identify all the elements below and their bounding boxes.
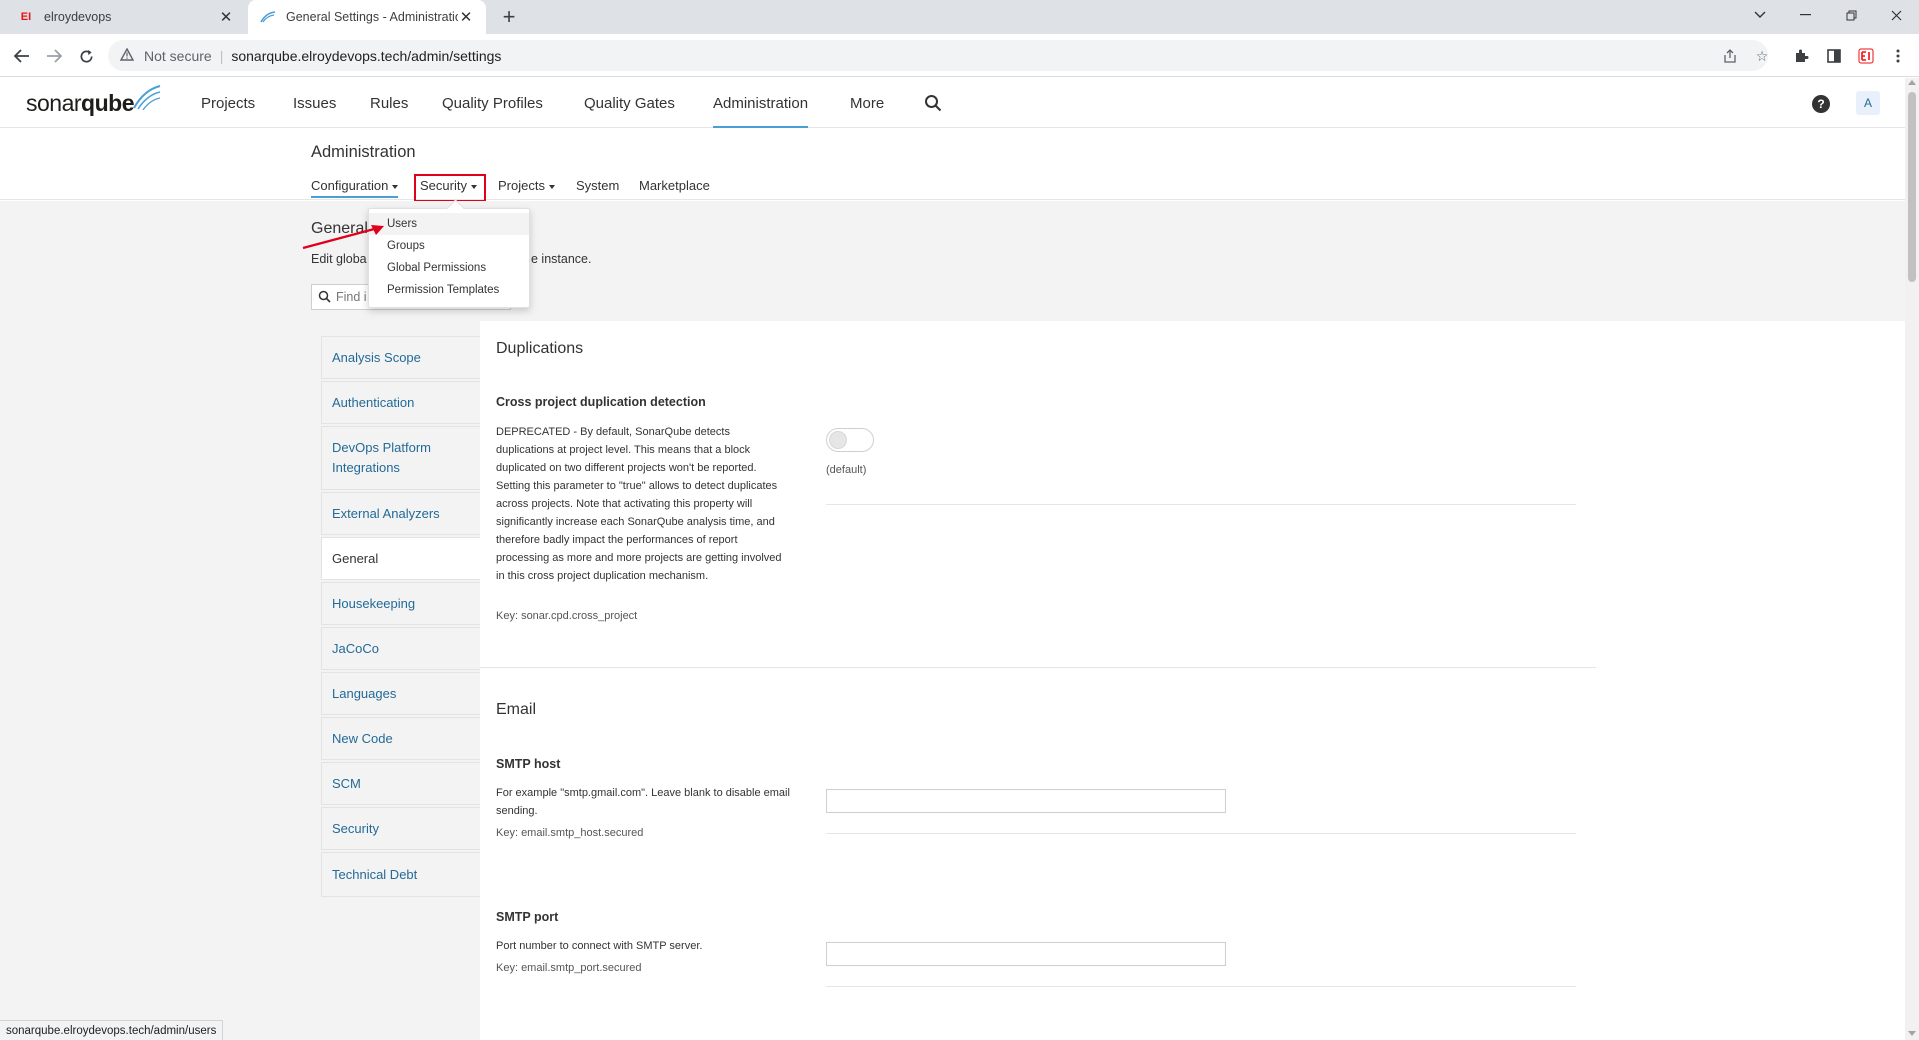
avatar[interactable]: A — [1856, 91, 1880, 115]
reload-icon[interactable] — [72, 42, 100, 70]
menu-item-global-permissions[interactable]: Global Permissions — [369, 257, 529, 279]
window-close-icon[interactable] — [1873, 0, 1919, 30]
search-icon — [318, 290, 331, 306]
menu-item-groups[interactable]: Groups — [369, 235, 529, 257]
nav-administration[interactable]: Administration — [713, 78, 809, 129]
nav-quality-profiles[interactable]: Quality Profiles — [442, 78, 543, 128]
share-icon[interactable] — [1721, 47, 1739, 65]
caret-down-icon — [392, 184, 399, 189]
tab-title: elroydevops — [44, 10, 112, 24]
back-arrow-icon[interactable] — [8, 42, 36, 70]
not-secure-label: Not secure — [144, 47, 212, 64]
settings-panel: Duplications Cross project duplication d… — [480, 321, 1905, 1040]
category-security[interactable]: Security — [321, 807, 480, 850]
caret-down-icon — [548, 184, 555, 189]
menu-kebab-icon[interactable] — [1888, 46, 1908, 66]
browser-toolbar: Not secure | sonarqube.elroydevops.tech/… — [0, 34, 1919, 77]
category-devops-platform-integrations[interactable]: DevOps Platform Integrations — [321, 426, 480, 490]
smtp-host-input[interactable] — [826, 789, 1226, 813]
setting-name-smtp-port: SMTP port — [496, 910, 559, 924]
bookmark-star-icon[interactable]: ☆ — [1753, 47, 1771, 65]
general-settings-description: Edit globa e instance. — [311, 252, 592, 266]
scrollbar-thumb[interactable] — [1908, 92, 1916, 282]
tab-projects[interactable]: Projects — [498, 178, 555, 198]
elroydevops-favicon-icon: EI — [20, 11, 32, 23]
category-technical-debt[interactable]: Technical Debt — [321, 852, 480, 897]
category-jacoco[interactable]: JaCoCo — [321, 627, 480, 670]
category-general[interactable]: General — [321, 537, 480, 580]
search-icon[interactable] — [924, 94, 944, 114]
setting-key: Key: email.smtp_port.secured — [496, 962, 642, 974]
nav-more[interactable]: More — [850, 78, 884, 128]
url-text: sonarqube.elroydevops.tech/admin/setting… — [231, 47, 502, 64]
new-tab-plus-icon[interactable]: + — [496, 5, 522, 29]
category-external-analyzers[interactable]: External Analyzers — [321, 492, 480, 535]
menu-item-permission-templates[interactable]: Permission Templates — [369, 279, 529, 301]
setting-description: For example "smtp.gmail.com". Leave blan… — [496, 787, 790, 817]
setting-description: Port number to connect with SMTP server. — [496, 940, 703, 952]
category-scm[interactable]: SCM — [321, 762, 480, 805]
address-bar[interactable]: Not secure | sonarqube.elroydevops.tech/… — [108, 40, 1768, 71]
link-status-bar: sonarqube.elroydevops.tech/admin/users — [0, 1020, 224, 1040]
page-scrollbar[interactable] — [1905, 78, 1919, 1040]
tab-marketplace[interactable]: Marketplace — [639, 178, 710, 198]
close-icon[interactable]: ✕ — [458, 8, 474, 26]
security-dropdown-menu: Users Groups Global Permissions Permissi… — [368, 208, 530, 308]
sonarqube-wave-icon — [133, 85, 161, 110]
warning-triangle-icon — [119, 47, 136, 64]
tab-system[interactable]: System — [576, 178, 619, 198]
profile-ei-icon[interactable] — [1856, 46, 1876, 66]
sonarqube-global-nav: sonarqube Projects Issues Rules Quality … — [0, 78, 1905, 129]
nav-rules[interactable]: Rules — [370, 78, 408, 128]
tab-configuration[interactable]: Configuration — [311, 178, 399, 198]
smtp-port-input[interactable] — [826, 942, 1226, 966]
menu-item-users[interactable]: Users — [369, 213, 529, 235]
security-highlight-box — [414, 174, 486, 202]
tab-title: General Settings - Administration — [286, 10, 458, 24]
side-panel-icon[interactable] — [1824, 46, 1844, 66]
browser-tabstrip: EI elroydevops ✕ General Settings - Admi… — [0, 0, 1919, 34]
scroll-down-arrow-icon[interactable] — [1908, 1031, 1916, 1036]
browser-tab-elroydevops[interactable]: EI elroydevops ✕ — [6, 0, 246, 34]
cross-project-toggle[interactable] — [826, 428, 874, 452]
setting-name-cross-project: Cross project duplication detection — [496, 395, 706, 409]
category-analysis-scope[interactable]: Analysis Scope — [321, 336, 480, 379]
close-icon[interactable]: ✕ — [218, 8, 234, 26]
help-icon[interactable]: ? — [1812, 95, 1830, 113]
tab-search-chevron-icon[interactable] — [1737, 0, 1783, 30]
nav-quality-gates[interactable]: Quality Gates — [584, 78, 675, 128]
administration-header: Administration Configuration Security Pr… — [0, 128, 1905, 200]
category-housekeeping[interactable]: Housekeeping — [321, 582, 480, 625]
setting-description: DEPRECATED - By default, SonarQube detec… — [496, 426, 782, 582]
browser-tab-general-settings[interactable]: General Settings - Administration ✕ — [248, 0, 486, 34]
page-title: Administration — [311, 143, 416, 161]
default-label: (default) — [826, 464, 867, 476]
extensions-puzzle-icon[interactable] — [1792, 46, 1812, 66]
setting-key: Key: email.smtp_host.secured — [496, 827, 644, 839]
category-new-code[interactable]: New Code — [321, 717, 480, 760]
nav-projects[interactable]: Projects — [201, 78, 255, 128]
sonarqube-favicon-icon — [260, 9, 276, 25]
category-authentication[interactable]: Authentication — [321, 381, 480, 424]
annotation-arrow-icon — [302, 225, 384, 250]
section-title-email: Email — [496, 701, 537, 718]
sonarqube-logo[interactable]: sonarqube — [26, 85, 161, 117]
nav-issues[interactable]: Issues — [293, 78, 336, 128]
setting-key: Key: sonar.cpd.cross_project — [496, 610, 638, 622]
scroll-up-arrow-icon[interactable] — [1908, 80, 1916, 85]
search-placeholder: Find i — [336, 290, 367, 304]
category-languages[interactable]: Languages — [321, 672, 480, 715]
section-title-duplications: Duplications — [496, 340, 584, 357]
minimize-icon[interactable] — [1782, 0, 1828, 30]
forward-arrow-icon[interactable] — [40, 42, 68, 70]
restore-icon[interactable] — [1828, 0, 1874, 30]
setting-name-smtp-host: SMTP host — [496, 757, 561, 771]
